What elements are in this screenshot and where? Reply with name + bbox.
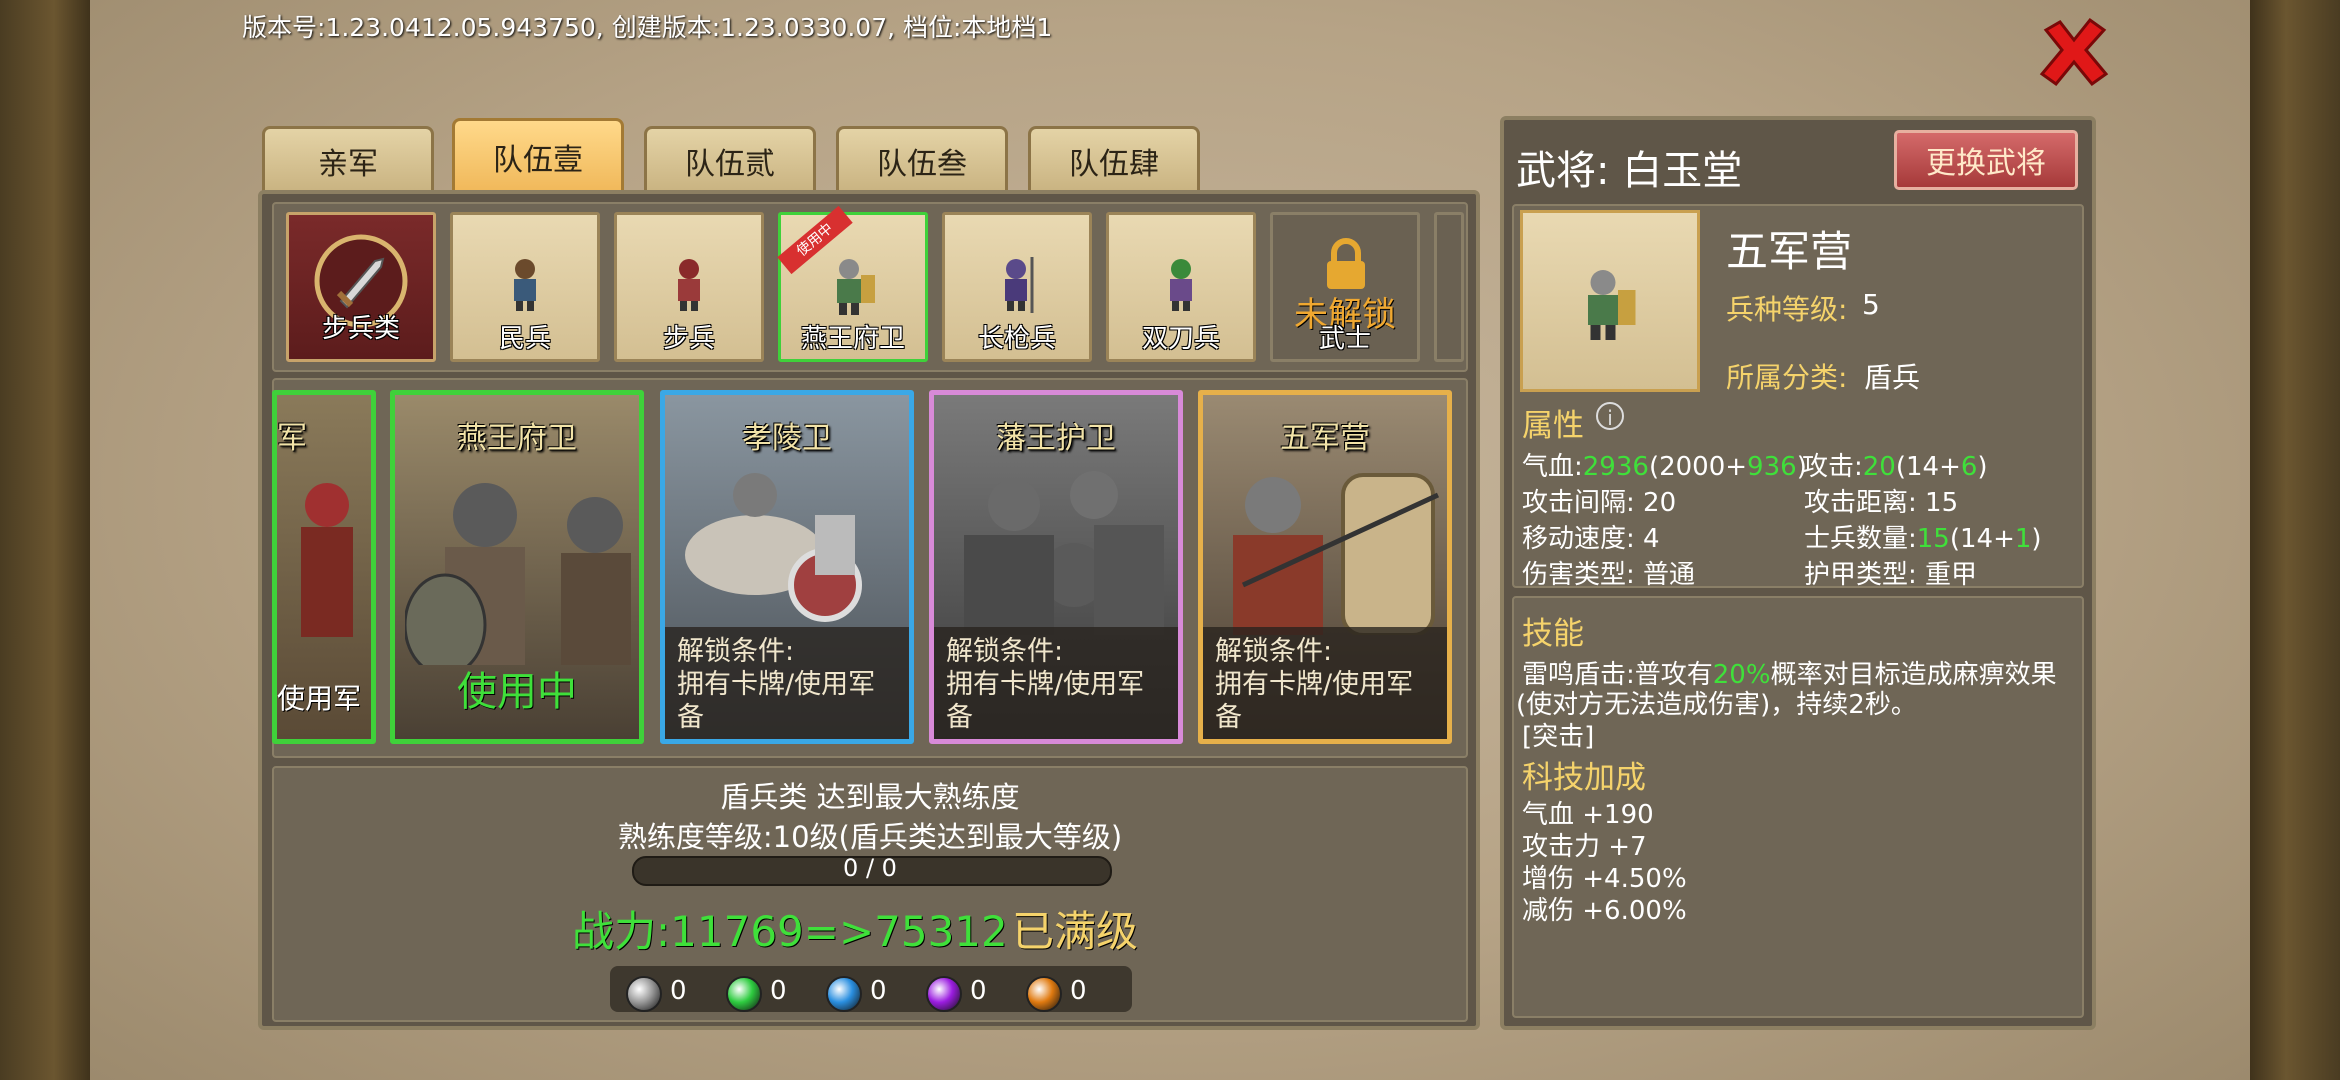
wujunying-icon <box>1588 270 1636 340</box>
category-slot-infantry[interactable]: 步兵类 <box>286 212 436 362</box>
unit-slot-dual-blade[interactable]: 双刀兵 <box>1106 212 1256 362</box>
unit-slot-spearman[interactable]: 长枪兵 <box>942 212 1092 362</box>
slot-label: 民兵 <box>498 324 551 354</box>
tab-team-2[interactable]: 队伍贰 <box>644 126 816 192</box>
dual-blade-icon <box>1170 259 1192 311</box>
soldier-figure <box>301 483 353 637</box>
card-title: 五军营 <box>1280 421 1370 456</box>
attack-interval: 攻击间隔: 20 <box>1522 488 1677 518</box>
cavalry-illustration <box>685 473 862 622</box>
card-title: 藩王护卫 <box>996 421 1116 456</box>
right-frame <box>2250 0 2340 1080</box>
proficiency-title: 盾兵类 达到最大熟练度 <box>720 780 1020 814</box>
unit-slot-yanwang-guard[interactable]: 使用中 燕王府卫 <box>777 205 928 362</box>
card-wujunying[interactable]: 五军营 解锁条件: 拥有卡牌/使用军备 <box>1198 390 1452 744</box>
unit-slot-militia[interactable]: 民兵 <box>450 212 600 362</box>
unit-level-value: 5 <box>1862 288 1880 321</box>
card-fanwang-guard[interactable]: 藩王护卫 解锁条件: 拥有卡牌/使用军备 <box>929 390 1183 744</box>
guard-soldiers-illustration <box>405 483 631 665</box>
unlock-label: 解锁条件: <box>1215 636 1333 667</box>
unit-slot-partial[interactable] <box>1434 212 1464 362</box>
tech-heading: 科技加成 <box>1522 760 1646 796</box>
skill-tag: [突击] <box>1522 722 1595 752</box>
unlock-label: 解锁条件: <box>677 636 795 667</box>
armored-soldiers-illustration <box>964 471 1164 635</box>
unit-level-label: 兵种等级: <box>1726 293 1848 326</box>
card-partial[interactable]: 军 使用军 <box>272 390 376 744</box>
gray-gem-icon <box>626 976 662 1012</box>
slot-label: 步兵 <box>662 324 715 354</box>
attributes-heading: 属性 <box>1522 408 1584 444</box>
attack-stat: 攻击:20(14+6) <box>1802 452 1988 482</box>
soldier-count: 士兵数量:15(14+1) <box>1804 524 2042 554</box>
move-speed: 移动速度: 4 <box>1522 524 1660 554</box>
tech-line: 减伤 +6.00% <box>1522 896 1687 926</box>
card-bottom-text: 使用军 <box>277 682 362 715</box>
blue-gem-icon <box>826 976 862 1012</box>
skills-heading: 技能 <box>1522 616 1584 652</box>
green-gem-icon <box>726 976 762 1012</box>
card-title: 军 <box>277 421 307 456</box>
hp-stat: 气血:2936(2000+936) <box>1522 452 1807 482</box>
unlock-text: 拥有卡牌/使用军备 <box>677 669 876 733</box>
militia-icon <box>514 259 536 311</box>
card-yanwang-guard[interactable]: 燕王府卫 使用中 <box>390 390 644 744</box>
unlock-conditions: 解锁条件: 拥有卡牌/使用军备 <box>665 627 909 739</box>
spearman-icon <box>1005 257 1034 313</box>
tab-team-3[interactable]: 队伍叁 <box>836 126 1008 192</box>
lock-icon <box>1327 238 1365 289</box>
close-icon[interactable] <box>2038 16 2110 88</box>
gem-count: 0 <box>670 976 687 1006</box>
infantry-icon <box>678 259 700 311</box>
gem-count: 0 <box>870 976 887 1006</box>
unlock-label: 解锁条件: <box>946 636 1064 667</box>
proficiency-level: 熟练度等级:10级(盾兵类达到最大等级) <box>617 820 1123 854</box>
armor-type: 护甲类型: 重甲 <box>1804 560 1978 590</box>
unit-slot-warrior-locked[interactable]: 未解锁 武士 <box>1270 212 1420 362</box>
gem-count: 0 <box>970 976 987 1006</box>
tab-team-4[interactable]: 队伍肆 <box>1028 126 1200 192</box>
card-title: 燕王府卫 <box>457 421 577 456</box>
unit-portrait <box>1520 210 1700 392</box>
guard-icon <box>837 259 875 315</box>
tab-team-1[interactable]: 队伍壹 <box>452 118 624 192</box>
unit-slot-infantry[interactable]: 步兵 <box>614 212 764 362</box>
slot-label: 长枪兵 <box>977 324 1056 354</box>
card-title: 孝陵卫 <box>742 421 832 456</box>
progress-text: 0 / 0 <box>843 854 897 882</box>
orange-gem-icon <box>1026 976 1062 1012</box>
gem-count: 0 <box>770 976 787 1006</box>
unit-category-value: 盾兵 <box>1864 361 1921 394</box>
info-icon[interactable]: i <box>1596 402 1624 430</box>
in-use-label: 使用中 <box>457 669 577 715</box>
unlock-conditions: 解锁条件: 拥有卡牌/使用军备 <box>1203 627 1447 739</box>
max-level-label: 已满级 <box>1012 907 1139 956</box>
slot-label: 武士 <box>1318 324 1371 354</box>
damage-type: 伤害类型: 普通 <box>1522 560 1696 590</box>
unlock-text: 拥有卡牌/使用军备 <box>1215 669 1414 733</box>
card-xiaoling-guard[interactable]: 孝陵卫 解锁条件: 拥有卡牌/使用军备 <box>660 390 914 744</box>
unit-name: 五军营 <box>1726 227 1853 276</box>
general-name: 武将: 白玉堂 <box>1516 148 1743 194</box>
unit-category-label: 所属分类: <box>1726 361 1848 394</box>
gem-count: 0 <box>1070 976 1087 1006</box>
slot-label: 步兵类 <box>321 314 400 344</box>
unlock-conditions: 解锁条件: 拥有卡牌/使用军备 <box>934 627 1178 739</box>
shield-soldier-illustration <box>1233 473 1440 635</box>
attack-range: 攻击距离: 15 <box>1804 488 1959 518</box>
combat-power: 战力:11769=>75312 <box>572 907 1008 956</box>
tab-qinjun[interactable]: 亲军 <box>262 126 434 192</box>
version-info: 版本号:1.23.0412.05.943750, 创建版本:1.23.0330.… <box>242 13 1053 42</box>
slot-label: 双刀兵 <box>1141 324 1220 354</box>
unlock-text: 拥有卡牌/使用军备 <box>946 669 1145 733</box>
purple-gem-icon <box>926 976 962 1012</box>
change-general-button[interactable]: 更换武将 <box>1894 130 2078 190</box>
left-frame <box>0 0 90 1080</box>
slot-label: 燕王府卫 <box>800 324 905 354</box>
